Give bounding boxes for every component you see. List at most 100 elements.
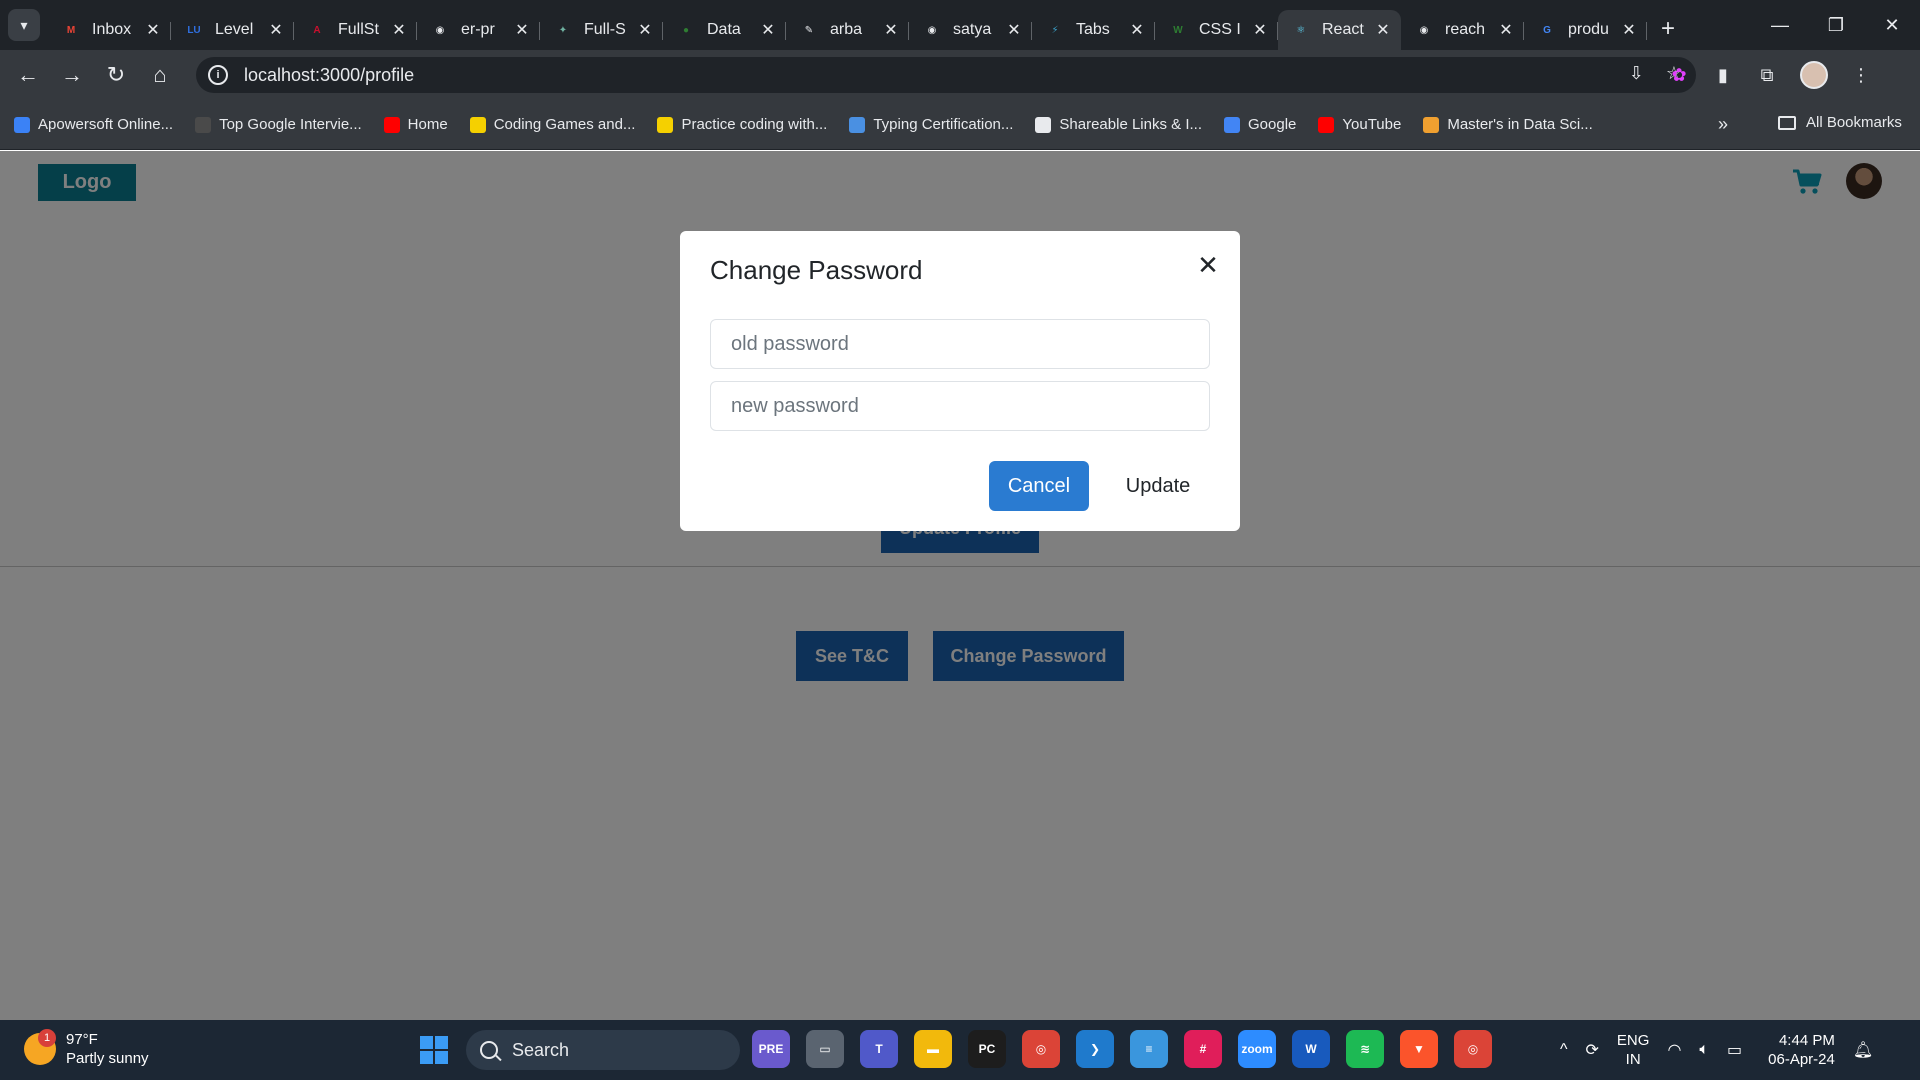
tab-close-icon[interactable]: ✕ (1129, 20, 1145, 40)
tab-title: Level (215, 21, 254, 38)
bookmark-item[interactable]: YouTube (1318, 116, 1401, 133)
close-icon[interactable]: ✕ (1194, 250, 1222, 280)
back-button[interactable]: ← (6, 53, 50, 97)
tab-title: reach (1445, 21, 1486, 38)
color-extension-icon[interactable]: ✿ (1668, 64, 1690, 86)
cancel-button[interactable]: Cancel (989, 461, 1089, 511)
brave-app-icon[interactable]: ▼ (1400, 1030, 1438, 1068)
bookmark-list: Apowersoft Online... Top Google Intervie.… (14, 116, 1615, 133)
old-password-input[interactable] (710, 319, 1210, 369)
new-password-input[interactable] (710, 381, 1210, 431)
site-info-icon[interactable]: i (208, 65, 228, 85)
notification-bell-icon[interactable]: 🔔︎ (1853, 1040, 1873, 1060)
explorer-app-icon[interactable]: ▬ (914, 1030, 952, 1068)
close-window-button[interactable]: ✕ (1864, 0, 1920, 50)
tab-close-icon[interactable]: ✕ (883, 20, 899, 40)
extension-icons: ✿ ▮ ⧉ ⋮ (1668, 50, 1872, 100)
new-tab-button[interactable]: + (1661, 15, 1675, 43)
notepad-app-icon[interactable]: ≡ (1130, 1030, 1168, 1068)
tab-title: FullSt (338, 21, 379, 38)
browser-profile-avatar[interactable] (1800, 61, 1828, 89)
modal-title: Change Password (710, 255, 923, 285)
forward-button[interactable]: → (50, 53, 94, 97)
bookmark-item[interactable]: Home (383, 116, 448, 133)
teams-app-icon[interactable]: T (860, 1030, 898, 1068)
address-bar[interactable]: i localhost:3000/profile ⇩ ☆ (196, 57, 1696, 93)
sync-icon[interactable]: ⟳ (1586, 1040, 1599, 1060)
browser-tab[interactable]: ● Data ✕ (663, 10, 786, 50)
slack-app-icon[interactable]: # (1184, 1030, 1222, 1068)
browser-tab[interactable]: M Inbox ✕ (48, 10, 171, 50)
volume-icon[interactable]: 🔈︎ (1699, 1041, 1709, 1059)
tab-favicon-icon: W (1173, 24, 1183, 36)
update-button[interactable]: Update (1106, 461, 1210, 511)
taskview-app-icon[interactable]: ▭ (806, 1030, 844, 1068)
tray-overflow-icon[interactable]: ^ (1560, 1041, 1568, 1059)
browser-menu-icon[interactable]: ⋮ (1850, 64, 1872, 86)
browser-tab[interactable]: ◉ reach ✕ (1401, 10, 1524, 50)
tab-close-icon[interactable]: ✕ (1006, 20, 1022, 40)
bookmark-item[interactable]: Typing Certification... (849, 116, 1013, 133)
bookmark-item[interactable]: Coding Games and... (469, 116, 635, 133)
browser-tab[interactable]: LU Level ✕ (171, 10, 294, 50)
tab-close-icon[interactable]: ✕ (1252, 20, 1268, 40)
minimize-button[interactable]: — (1752, 0, 1808, 50)
tab-close-icon[interactable]: ✕ (637, 20, 653, 40)
spotify-app-icon[interactable]: ≋ (1346, 1030, 1384, 1068)
battery-icon[interactable]: ▭ (1727, 1040, 1742, 1060)
bookmark-item[interactable]: Master's in Data Sci... (1423, 116, 1593, 133)
tab-close-icon[interactable]: ✕ (391, 20, 407, 40)
browser-toolbar: ← → ↻ ⌂ i localhost:3000/profile ⇩ ☆ ✿ ▮… (0, 50, 1920, 100)
tab-close-icon[interactable]: ✕ (268, 20, 284, 40)
chrome-profile-app-icon[interactable]: ◎ (1454, 1030, 1492, 1068)
pinned-apps: PRE ▭ T ▬ PC ◎ ❯ ≡ # zoom W ≋ ▼ ◎ (752, 1030, 1492, 1068)
weather-widget[interactable]: 1 97°F Partly sunny (24, 1029, 149, 1068)
browser-tab[interactable]: ◉ satya ✕ (909, 10, 1032, 50)
weather-badge: 1 (38, 1029, 56, 1047)
clock[interactable]: 4:44 PM 06-Apr-24 (1768, 1031, 1835, 1069)
language-indicator[interactable]: ENG IN (1617, 1031, 1650, 1069)
taskbar-search[interactable]: Search (466, 1030, 740, 1070)
tab-title: Inbox (92, 21, 132, 38)
tab-title: satya (953, 21, 992, 38)
copilot-app-icon[interactable]: PRE (752, 1030, 790, 1068)
bookmark-item[interactable]: Apowersoft Online... (14, 116, 173, 133)
windows-start-icon[interactable] (420, 1036, 448, 1064)
wifi-icon[interactable]: ◠ (1667, 1040, 1681, 1060)
restore-button[interactable]: ❐ (1808, 0, 1864, 50)
tab-close-icon[interactable]: ✕ (514, 20, 530, 40)
word-app-icon[interactable]: W (1292, 1030, 1330, 1068)
install-app-icon[interactable]: ⇩ (1629, 63, 1644, 84)
notes-extension-icon[interactable]: ▮ (1712, 64, 1734, 86)
tab-close-icon[interactable]: ✕ (145, 20, 161, 40)
chrome-app-icon[interactable]: ◎ (1022, 1030, 1060, 1068)
browser-tab[interactable]: ⚛ React ✕ (1278, 10, 1401, 50)
tab-search-button[interactable]: ▾ (8, 9, 40, 41)
bookmark-item[interactable]: Shareable Links & I... (1035, 116, 1202, 133)
tab-favicon-icon: G (1543, 24, 1551, 36)
browser-tab[interactable]: ✎ arba ✕ (786, 10, 909, 50)
extensions-puzzle-icon[interactable]: ⧉ (1756, 64, 1778, 86)
browser-tab[interactable]: Gprodu ✕ (1524, 10, 1647, 50)
tab-close-icon[interactable]: ✕ (760, 20, 776, 40)
reload-button[interactable]: ↻ (94, 53, 138, 97)
tab-close-icon[interactable]: ✕ (1375, 20, 1391, 40)
bookmark-item[interactable]: Practice coding with... (657, 116, 827, 133)
home-button[interactable]: ⌂ (138, 53, 182, 97)
tab-close-icon[interactable]: ✕ (1498, 20, 1514, 40)
pycharm-app-icon[interactable]: PC (968, 1030, 1006, 1068)
address-text[interactable]: localhost:3000/profile (244, 65, 414, 86)
tab-close-icon[interactable]: ✕ (1621, 20, 1637, 40)
bookmark-favicon-icon (14, 116, 30, 133)
browser-tab[interactable]: ✦ Full-S ✕ (540, 10, 663, 50)
browser-tab[interactable]: ◉ er-pr ✕ (417, 10, 540, 50)
all-bookmarks-button[interactable]: All Bookmarks (1778, 114, 1902, 131)
browser-tab[interactable]: W CSS I ✕ (1155, 10, 1278, 50)
bookmark-item[interactable]: Top Google Intervie... (195, 116, 362, 133)
zoom-app-icon[interactable]: zoom (1238, 1030, 1276, 1068)
browser-tab[interactable]: A FullSt ✕ (294, 10, 417, 50)
bookmark-item[interactable]: Google (1224, 116, 1296, 133)
browser-tab[interactable]: ⚡ Tabs ✕ (1032, 10, 1155, 50)
vscode-app-icon[interactable]: ❯ (1076, 1030, 1114, 1068)
bookmarks-overflow-button[interactable]: » (1718, 114, 1728, 135)
